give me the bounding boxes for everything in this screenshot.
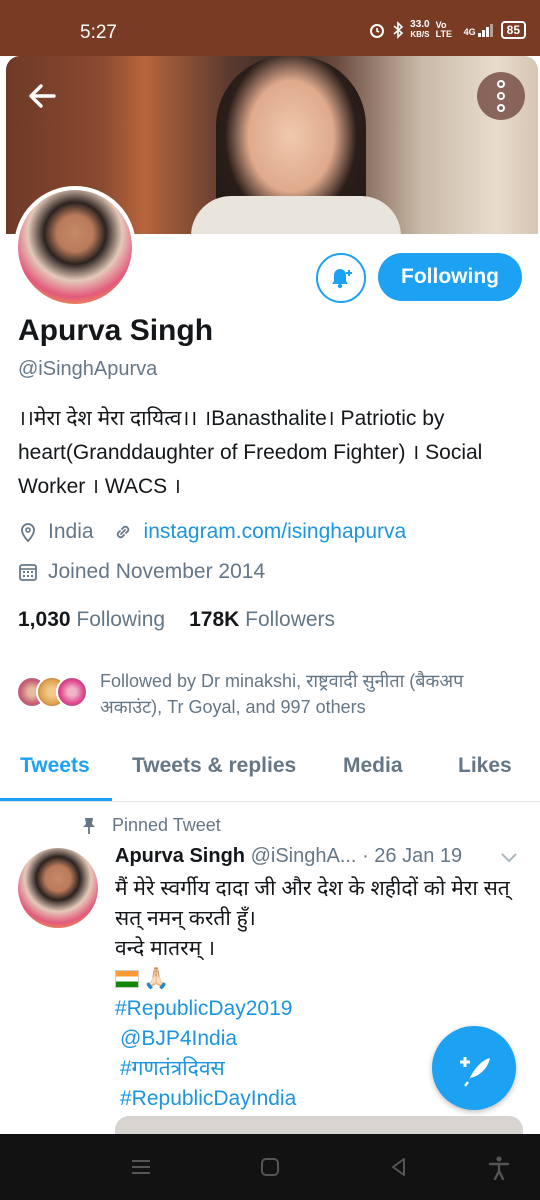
tweet-emoji-line: 🙏🏻 bbox=[115, 964, 520, 994]
tab-tweets-replies[interactable]: Tweets & replies bbox=[132, 754, 296, 778]
folded-hands-emoji: 🙏🏻 bbox=[143, 967, 170, 990]
pin-icon bbox=[83, 817, 95, 834]
followed-by-text: Followed by Dr minakshi, राष्ट्रवादी सुन… bbox=[100, 671, 464, 717]
tweet-media-preview[interactable] bbox=[115, 1116, 523, 1136]
accessibility-icon[interactable] bbox=[488, 1156, 510, 1180]
alarm-icon bbox=[370, 24, 385, 38]
profile-name: Apurva Singh bbox=[18, 314, 214, 347]
home-icon[interactable] bbox=[259, 1156, 281, 1178]
bluetooth-icon bbox=[393, 21, 404, 39]
following-count-link[interactable]: 1,030 Following bbox=[18, 608, 165, 632]
followers-count-link[interactable]: 178K Followers bbox=[189, 608, 335, 632]
status-time: 5:27 bbox=[80, 22, 117, 43]
back-icon[interactable] bbox=[388, 1156, 410, 1178]
location-pin-icon bbox=[21, 523, 35, 543]
profile-meta-row: India instagram.com/isinghapurva bbox=[18, 520, 406, 544]
tweet-author-handle: @iSinghA... bbox=[250, 845, 357, 867]
follow-counts: 1,030 Following 178K Followers bbox=[18, 608, 335, 632]
tweet-header: Apurva Singh @iSinghA... · 26 Jan 19 bbox=[115, 845, 525, 868]
india-flag-icon bbox=[115, 970, 139, 989]
profile-joined-row: Joined November 2014 bbox=[18, 560, 265, 584]
profile-joined: Joined November 2014 bbox=[48, 560, 266, 583]
compose-tweet-button[interactable] bbox=[432, 1026, 516, 1110]
signal-icon bbox=[477, 24, 493, 37]
tab-tweets[interactable]: Tweets bbox=[20, 754, 90, 778]
profile-tabs: Tweets Tweets & replies Media Likes bbox=[0, 744, 540, 802]
bell-plus-icon bbox=[332, 269, 352, 289]
net-speed: 33.0 KB/S bbox=[410, 19, 430, 40]
following-button[interactable]: Following bbox=[378, 253, 522, 301]
active-tab-indicator bbox=[0, 798, 112, 801]
profile-location: India bbox=[48, 520, 94, 543]
tab-media[interactable]: Media bbox=[343, 754, 403, 778]
status-bar: 5:27 33.0 KB/S Vo LTE 4G 85 bbox=[0, 0, 540, 56]
profile-bio: ।।मेरा देश मेरा दायित्व।। ।Banasthalite।… bbox=[18, 407, 483, 498]
back-arrow-icon[interactable] bbox=[22, 76, 62, 116]
tweet-author-name: Apurva Singh bbox=[115, 845, 246, 867]
tweet-author-avatar[interactable] bbox=[18, 848, 98, 928]
calendar-icon bbox=[19, 564, 37, 581]
chevron-down-icon[interactable] bbox=[498, 848, 520, 868]
compose-feather-icon bbox=[460, 1057, 490, 1087]
system-nav-bar bbox=[0, 1134, 540, 1200]
pinned-tweet-label: Pinned Tweet bbox=[82, 815, 221, 836]
tweet-text-line: मैं मेरे स्वर्गीय दादा जी और देश के शहीद… bbox=[115, 877, 510, 930]
more-options-button[interactable] bbox=[477, 72, 525, 120]
profile-website-link[interactable]: instagram.com/isinghapurva bbox=[144, 520, 407, 544]
battery-indicator: 85 bbox=[500, 21, 526, 39]
hashtag-link[interactable]: #RepublicDay2019 bbox=[115, 994, 520, 1024]
signal-indicator: 4G bbox=[464, 23, 495, 37]
link-icon bbox=[116, 525, 129, 539]
menu-icon[interactable] bbox=[130, 1156, 152, 1178]
followed-by-section[interactable]: Followed by Dr minakshi, राष्ट्रवादी सुन… bbox=[16, 668, 526, 720]
status-icons: 33.0 KB/S Vo LTE 4G 85 bbox=[368, 20, 526, 40]
tweet-date: · 26 Jan 19 bbox=[362, 845, 463, 867]
volte-indicator: Vo LTE bbox=[435, 20, 452, 39]
tab-likes[interactable]: Likes bbox=[458, 754, 512, 778]
profile-avatar[interactable] bbox=[14, 186, 136, 308]
profile-handle: @iSinghApurva bbox=[18, 358, 158, 380]
more-vertical-icon bbox=[497, 80, 505, 88]
tweet-text-line: वन्दे मातरम् । bbox=[115, 937, 216, 960]
notifications-button[interactable] bbox=[316, 253, 366, 303]
follower-avatar bbox=[56, 676, 88, 708]
